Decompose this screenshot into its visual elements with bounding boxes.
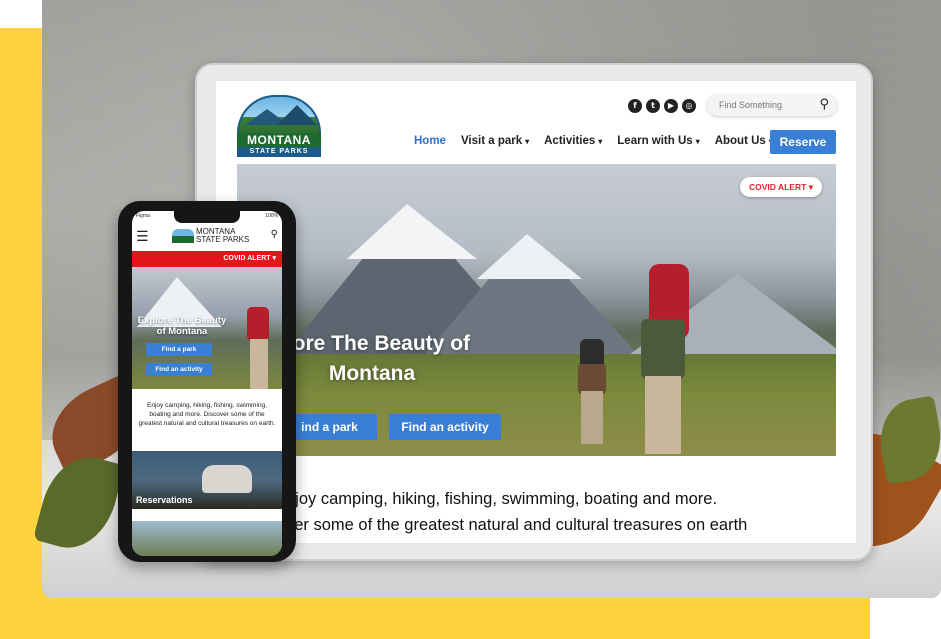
snow-peak	[477, 234, 582, 279]
youtube-icon[interactable]: ▶	[664, 99, 678, 113]
logo-mountain-icon	[237, 95, 321, 133]
mobile-hero-title: Explore The Beauty of Montana	[137, 315, 227, 337]
chevron-down-icon: ▾	[272, 255, 276, 262]
chevron-down-icon: ▾	[695, 137, 700, 146]
twitter-icon[interactable]: t	[646, 99, 660, 113]
mobile-logo-text: MONTANA STATE PARKS	[196, 228, 249, 244]
mockup-stage: MONTANA STATE PARKS f t ▶ ◎ Find Somethi…	[0, 0, 941, 639]
search-icon[interactable]: ⚲	[819, 97, 829, 112]
desktop-website: MONTANA STATE PARKS f t ▶ ◎ Find Somethi…	[216, 81, 856, 543]
status-battery: 100%	[265, 213, 278, 219]
nav-item-home[interactable]: Home	[414, 135, 446, 147]
reservations-card[interactable]: Reservations	[132, 451, 282, 509]
logo-title: MONTANA	[237, 133, 321, 147]
hero-banner: COVID ALERT ▾ plore The Beauty of Montan…	[237, 164, 836, 456]
status-carrier: Figma	[136, 213, 150, 219]
nav-label: Activities	[544, 135, 596, 147]
hiker-figure	[250, 339, 268, 389]
facebook-icon[interactable]: f	[628, 99, 642, 113]
covid-alert-button[interactable]: COVID ALERT ▾	[740, 177, 822, 197]
instagram-icon[interactable]: ◎	[682, 99, 696, 113]
next-card[interactable]	[132, 521, 282, 556]
phone-notch	[174, 211, 240, 223]
nav-item-about-us[interactable]: About Us▾	[715, 135, 773, 147]
logo-line: STATE PARKS	[196, 235, 250, 244]
phone-frame: Figma 100% ☰ MONTANA STATE PARKS ⚲ COVID…	[118, 201, 296, 562]
main-nav: Home Visit a park ▾ Activities ▾ Learn wit…	[414, 135, 773, 147]
site-logo[interactable]: MONTANA STATE PARKS	[237, 95, 321, 157]
nav-item-learn-with-us[interactable]: Learn with Us ▾	[617, 135, 699, 147]
nav-item-activities[interactable]: Activities ▾	[544, 135, 602, 147]
search-placeholder: Find Something	[719, 100, 783, 110]
hiker-figure	[629, 264, 701, 454]
mobile-covid-alert[interactable]: COVID ALERT ▾	[132, 251, 282, 267]
hiker-figure	[572, 339, 612, 444]
reserve-button[interactable]: Reserve	[770, 130, 836, 154]
site-description: njoy camping, hiking, fishing, swimming,…	[286, 486, 826, 538]
social-links: f t ▶ ◎	[628, 99, 696, 113]
search-icon[interactable]: ⚲	[271, 229, 278, 240]
mobile-find-an-activity-button[interactable]: Find an activity	[146, 363, 212, 376]
logo-subtitle: STATE PARKS	[237, 147, 321, 157]
mobile-website: Figma 100% ☰ MONTANA STATE PARKS ⚲ COVID…	[132, 211, 282, 556]
mobile-find-a-park-button[interactable]: Find a park	[146, 343, 212, 356]
search-input[interactable]: Find Something ⚲	[707, 94, 837, 116]
snow-peak	[347, 204, 477, 259]
mobile-hero: Explore The Beauty of Montana Find a par…	[132, 267, 282, 389]
covid-alert-label: COVID ALERT	[223, 255, 271, 262]
nav-label: Visit a park	[460, 135, 523, 147]
chevron-down-icon: ▾	[808, 182, 813, 192]
laptop-frame: MONTANA STATE PARKS f t ▶ ◎ Find Somethi…	[195, 63, 873, 561]
hamburger-menu-icon[interactable]: ☰	[136, 229, 149, 245]
reservations-label: Reservations	[136, 495, 193, 505]
hiker-figure	[247, 307, 269, 341]
chevron-down-icon: ▾	[598, 137, 603, 146]
find-an-activity-button[interactable]: Find an activity	[389, 414, 501, 440]
nav-label: Home	[414, 135, 446, 147]
camper-image	[202, 465, 252, 493]
chevron-down-icon: ▾	[525, 137, 530, 146]
logo-mountain-icon[interactable]	[172, 229, 194, 243]
nav-label: Learn with Us	[617, 135, 693, 147]
find-a-park-button[interactable]: ind a park	[282, 414, 377, 440]
description-line: njoy camping, hiking, fishing, swimming,…	[286, 490, 718, 508]
mobile-header: ☰ MONTANA STATE PARKS ⚲	[132, 225, 282, 249]
nav-item-visit-a-park[interactable]: Visit a park ▾	[461, 135, 529, 147]
description-line: ver some of the greatest natural and cul…	[286, 516, 748, 534]
nav-label: About Us	[714, 135, 766, 147]
mobile-description: Enjoy camping, hiking, fishing, swimming…	[138, 402, 276, 427]
covid-alert-label: COVID ALERT	[749, 182, 807, 192]
